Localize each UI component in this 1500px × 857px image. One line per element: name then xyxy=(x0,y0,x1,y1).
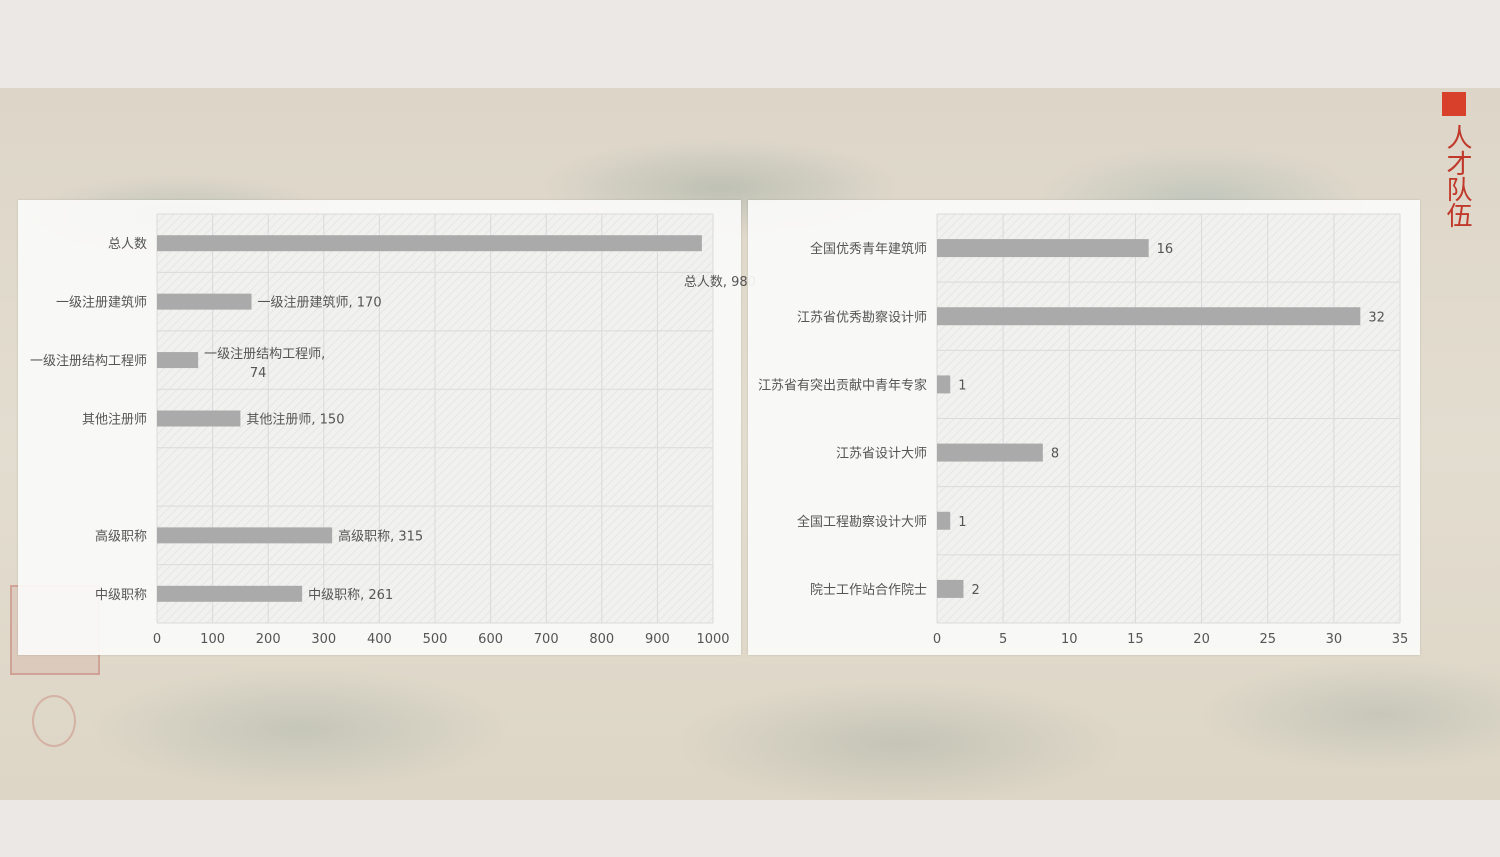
category-label: 院士工作站合作院士 xyxy=(810,583,927,598)
category-label: 其他注册师 xyxy=(82,413,147,428)
x-tick-label: 25 xyxy=(1259,632,1276,647)
title-accent-square xyxy=(1442,92,1466,116)
bar xyxy=(157,293,252,310)
x-tick-label: 10 xyxy=(1061,632,1078,647)
data-label: 其他注册师, 150 xyxy=(246,413,344,428)
category-label: 一级注册建筑师 xyxy=(56,295,147,311)
category-label: 全国优秀青年建筑师 xyxy=(810,241,927,257)
slide-title-block: 人才队伍 xyxy=(1442,92,1472,228)
x-tick-label: 600 xyxy=(478,632,503,647)
category-label: 一级注册结构工程师 xyxy=(30,354,147,369)
data-label: 74 xyxy=(250,366,267,381)
category-label: 总人数 xyxy=(108,237,147,252)
category-label: 全国工程勘察设计大师 xyxy=(797,514,927,530)
talent-count-bar-chart: 0 100 200 300 400 500 600 700 800 900 1000 总人数总人数, … xyxy=(30,213,756,647)
x-tick-label: 500 xyxy=(423,632,448,647)
bar xyxy=(157,410,241,427)
x-tick-label: 400 xyxy=(367,632,392,647)
data-label: 总人数, 980 xyxy=(684,275,756,290)
slide-title: 人才队伍 xyxy=(1442,124,1472,228)
right-chart-panel: 0 5 10 15 20 25 30 35 全国优秀青年建筑师 16 江苏省优秀勘察设计师 32 江苏省… xyxy=(748,200,1420,655)
bar xyxy=(157,527,333,544)
data-label: 1 xyxy=(958,378,966,393)
data-label: 32 xyxy=(1368,310,1385,325)
honors-bar-chart: 0 5 10 15 20 25 30 35 全国优秀青年建筑师 16 江苏省优秀勘察设计师 32 江苏省… xyxy=(758,213,1409,647)
bar xyxy=(937,443,1043,462)
bar xyxy=(157,235,702,252)
category-label: 江苏省优秀勘察设计师 xyxy=(797,309,927,325)
x-tick-label: 0 xyxy=(153,632,161,647)
data-label: 8 xyxy=(1051,447,1059,462)
left-chart-panel: 0 100 200 300 400 500 600 700 800 900 1000 总人数总人数, … xyxy=(18,200,756,655)
data-label: 1 xyxy=(958,515,966,530)
x-tick-label: 15 xyxy=(1127,632,1144,647)
x-tick-label: 800 xyxy=(589,632,614,647)
data-label: 2 xyxy=(971,583,979,598)
x-tick-label: 200 xyxy=(256,632,281,647)
x-tick-label: 1000 xyxy=(696,632,729,647)
bar xyxy=(937,307,1361,326)
x-tick-label: 20 xyxy=(1193,632,1210,647)
data-label: 16 xyxy=(1157,242,1174,257)
bar xyxy=(937,511,951,530)
bar xyxy=(157,585,303,602)
data-label: 一级注册结构工程师, xyxy=(204,347,325,362)
x-tick-label: 0 xyxy=(933,632,941,647)
bar xyxy=(937,579,964,598)
x-tick-label: 30 xyxy=(1326,632,1343,647)
category-label: 中级职称 xyxy=(95,588,147,603)
x-tick-label: 100 xyxy=(200,632,225,647)
category-label: 高级职称 xyxy=(95,528,147,544)
bar xyxy=(937,375,951,394)
round-seal-decoration xyxy=(32,695,76,747)
bar xyxy=(937,239,1149,258)
x-tick-label: 35 xyxy=(1392,632,1409,647)
x-tick-label: 900 xyxy=(645,632,670,647)
data-label: 中级职称, 261 xyxy=(308,588,393,603)
x-tick-label: 700 xyxy=(534,632,559,647)
x-tick-label: 5 xyxy=(999,632,1007,647)
x-tick-label: 300 xyxy=(311,632,336,647)
category-label: 江苏省有突出贡献中青年专家 xyxy=(758,377,927,393)
category-label: 江苏省设计大师 xyxy=(836,446,927,462)
data-label: 高级职称, 315 xyxy=(338,528,423,544)
bar xyxy=(157,352,199,369)
data-label: 一级注册建筑师, 170 xyxy=(258,295,382,311)
